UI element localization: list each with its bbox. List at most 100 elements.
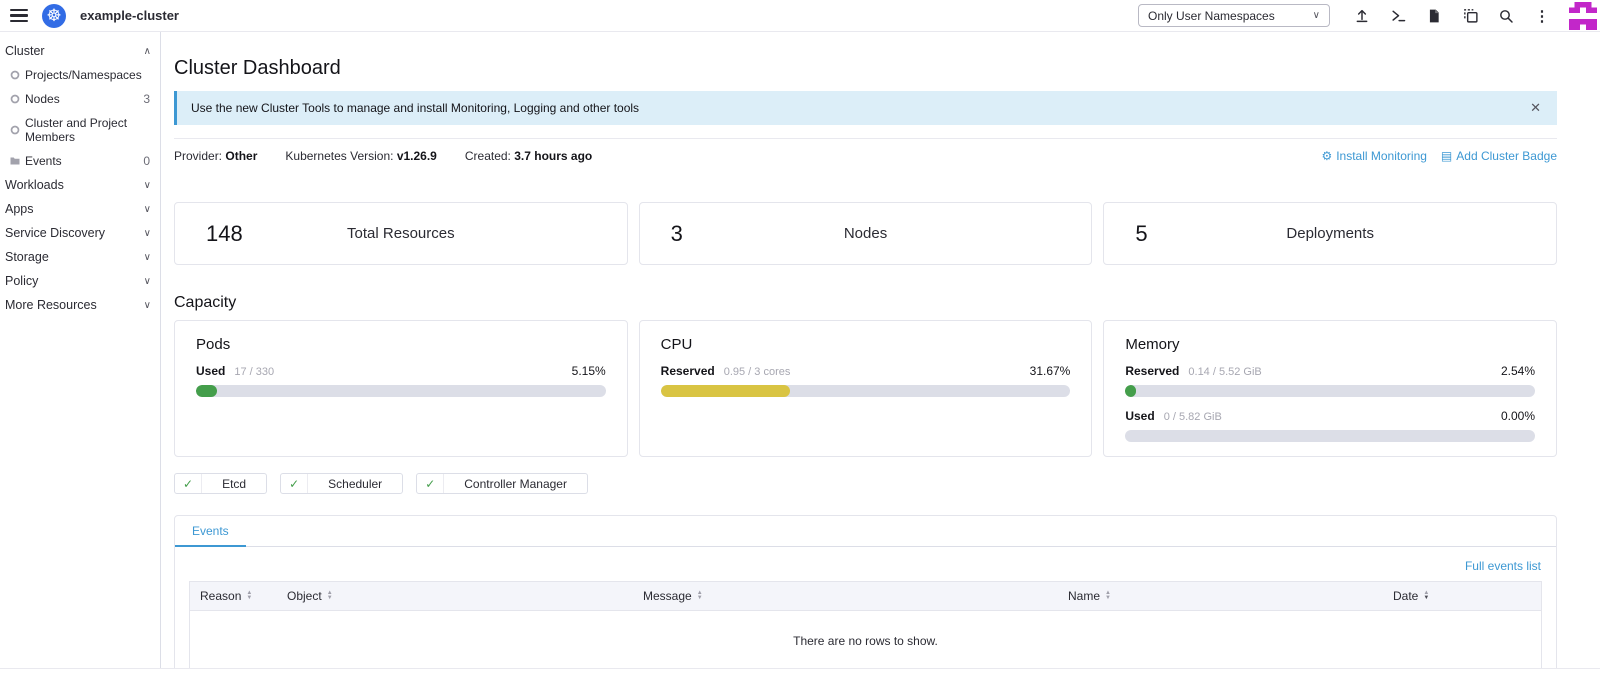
column-header-message[interactable]: Message ▲▼ <box>633 582 1058 610</box>
column-header-name[interactable]: Name ▲▼ <box>1058 582 1383 610</box>
sidebar-section-label: Storage <box>5 250 49 264</box>
memory-reserved-gauge: Reserved 0.14 / 5.52 GiB 2.54% <box>1125 364 1535 397</box>
sidebar-item-projects-namespaces[interactable]: Projects/Namespaces <box>0 63 160 87</box>
sidebar-item-label: Nodes <box>25 92 60 106</box>
download-kubeconfig-icon[interactable] <box>1425 7 1443 25</box>
namespace-filter-select[interactable]: Only User Namespaces ∨ <box>1138 4 1330 27</box>
chevron-down-icon: ∨ <box>144 228 151 239</box>
menu-icon[interactable] <box>10 9 28 23</box>
sidebar-section-storage[interactable]: Storage ∨ <box>0 245 160 269</box>
scheduler-status-badge: ✓ Scheduler <box>280 473 403 494</box>
gauge-amount: 0.95 / 3 cores <box>724 366 791 378</box>
info-value: 3.7 hours ago <box>514 149 592 163</box>
nodes-icon <box>10 94 20 104</box>
check-icon: ✓ <box>417 474 444 493</box>
sidebar-section-policy[interactable]: Policy ∨ <box>0 269 160 293</box>
column-label: Message <box>643 589 692 603</box>
chevron-down-icon: ∨ <box>144 252 151 263</box>
gauge-percent: 0.00% <box>1501 409 1535 423</box>
sidebar-section-more-resources[interactable]: More Resources ∨ <box>0 293 160 317</box>
stat-label: Nodes <box>640 225 1092 242</box>
gauge-amount: 0.14 / 5.52 GiB <box>1188 366 1261 378</box>
sidebar-item-label: Projects/Namespaces <box>25 68 142 82</box>
provider-info: Provider: Other <box>174 149 257 163</box>
events-table: Reason ▲▼ Object ▲▼ Message ▲▼ Name ▲▼ <box>189 581 1542 668</box>
tab-events[interactable]: Events <box>175 516 246 547</box>
action-label: Add Cluster Badge <box>1456 149 1557 163</box>
gauge-label: Reserved <box>1125 364 1179 378</box>
copy-kubeconfig-icon[interactable] <box>1461 7 1479 25</box>
info-label: Kubernetes Version: <box>285 149 393 163</box>
progress-track <box>1125 385 1535 397</box>
sort-icon: ▲▼ <box>697 591 703 601</box>
add-cluster-badge-link[interactable]: ▤ Add Cluster Badge <box>1441 149 1557 163</box>
gauge-label: Used <box>196 364 225 378</box>
page-title: Cluster Dashboard <box>174 57 1557 80</box>
sidebar-section-workloads[interactable]: Workloads ∨ <box>0 173 160 197</box>
install-monitoring-link[interactable]: ⚙ Install Monitoring <box>1321 149 1426 163</box>
etcd-status-badge: ✓ Etcd <box>174 473 267 494</box>
sidebar-section-apps[interactable]: Apps ∨ <box>0 197 160 221</box>
kubernetes-version-info: Kubernetes Version: v1.26.9 <box>285 149 436 163</box>
chevron-up-icon: ∧ <box>144 46 151 57</box>
sidebar-section-label: Policy <box>5 274 38 288</box>
chevron-down-icon: ∨ <box>144 180 151 191</box>
close-icon[interactable]: ✕ <box>1528 100 1543 116</box>
cluster-name: example-cluster <box>80 8 179 23</box>
info-label: Provider: <box>174 149 222 163</box>
stat-label: Total Resources <box>175 225 627 242</box>
capacity-card-title: CPU <box>661 336 1071 353</box>
info-label: Created: <box>465 149 511 163</box>
cluster-tools-banner: Use the new Cluster Tools to manage and … <box>174 91 1557 125</box>
members-icon <box>10 125 20 135</box>
gauge-amount: 0 / 5.82 GiB <box>1164 411 1222 423</box>
badge-icon: ▤ <box>1441 149 1452 163</box>
namespace-filter-value: Only User Namespaces <box>1148 9 1275 23</box>
stats-row: 148 Total Resources 3 Nodes 5 Deployment… <box>174 202 1557 265</box>
chevron-down-icon: ∨ <box>1313 10 1320 21</box>
capacity-row: Pods Used 17 / 330 5.15% CPU Reser <box>174 320 1557 457</box>
deployments-card[interactable]: 5 Deployments <box>1103 202 1557 265</box>
column-header-reason[interactable]: Reason ▲▼ <box>190 582 277 610</box>
capacity-card-title: Pods <box>196 336 606 353</box>
chevron-down-icon: ∨ <box>144 276 151 287</box>
progress-fill <box>196 385 217 397</box>
component-label: Controller Manager <box>444 474 587 493</box>
full-events-list-link[interactable]: Full events list <box>1465 559 1541 573</box>
sidebar-section-service-discovery[interactable]: Service Discovery ∨ <box>0 221 160 245</box>
gauge-label: Used <box>1125 409 1154 423</box>
sidebar-item-nodes[interactable]: Nodes 3 <box>0 87 160 111</box>
sidebar-section-label: Apps <box>5 202 34 216</box>
gear-icon: ⚙ <box>1321 149 1332 163</box>
item-count-badge: 3 <box>143 92 150 106</box>
nodes-card[interactable]: 3 Nodes <box>639 202 1093 265</box>
item-count-badge: 0 <box>143 154 150 168</box>
empty-table-message: There are no rows to show. <box>190 611 1541 668</box>
sidebar-item-cluster-members[interactable]: Cluster and Project Members <box>0 111 160 149</box>
tab-bar: Events <box>175 516 1556 547</box>
sidebar-section-label: Service Discovery <box>5 226 105 240</box>
total-resources-card[interactable]: 148 Total Resources <box>174 202 628 265</box>
sidebar-section-label: Cluster <box>5 44 45 58</box>
sidebar-item-label: Cluster and Project Members <box>25 116 150 144</box>
gauge-percent: 5.15% <box>572 364 606 378</box>
import-yaml-icon[interactable] <box>1353 7 1371 25</box>
component-label: Etcd <box>202 474 266 493</box>
gauge-amount: 17 / 330 <box>234 366 274 378</box>
check-icon: ✓ <box>281 474 308 493</box>
gauge-percent: 2.54% <box>1501 364 1535 378</box>
kubectl-shell-icon[interactable] <box>1389 7 1407 25</box>
kebab-menu-icon[interactable]: ⋮ <box>1533 7 1551 25</box>
sidebar-section-cluster[interactable]: Cluster ∧ <box>0 39 160 63</box>
progress-fill <box>1125 385 1135 397</box>
component-status-row: ✓ Etcd ✓ Scheduler ✓ Controller Manager <box>174 473 1557 494</box>
search-icon[interactable] <box>1497 7 1515 25</box>
sidebar: Cluster ∧ Projects/Namespaces Nodes 3 Cl… <box>0 32 161 668</box>
column-header-object[interactable]: Object ▲▼ <box>277 582 633 610</box>
sort-icon: ▲▼ <box>1105 591 1111 601</box>
sidebar-section-label: More Resources <box>5 298 97 312</box>
sidebar-item-events[interactable]: Events 0 <box>0 149 160 173</box>
user-avatar[interactable] <box>1569 2 1597 30</box>
column-header-date[interactable]: Date ▲▼ <box>1383 582 1541 610</box>
gauge-label: Reserved <box>661 364 715 378</box>
